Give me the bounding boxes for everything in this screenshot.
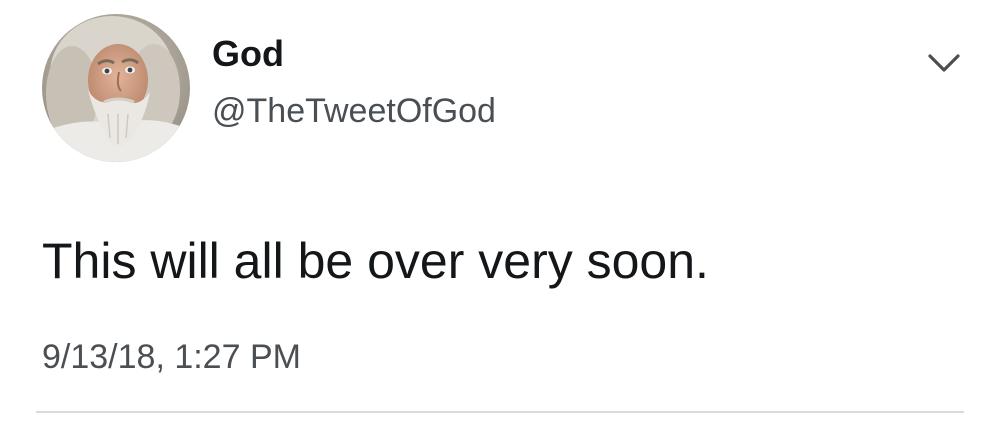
chevron-down-icon[interactable]	[926, 52, 962, 74]
user-handle[interactable]: @TheTweetOfGod	[212, 94, 496, 128]
bearded-man-avatar-image	[42, 14, 190, 162]
tweet-card: God @TheTweetOfGod This will all be over…	[0, 0, 1000, 422]
display-name[interactable]: God	[212, 36, 284, 72]
avatar[interactable]	[42, 14, 190, 162]
tweet-text: This will all be over very soon.	[42, 233, 709, 289]
divider	[36, 411, 964, 413]
timestamp[interactable]: 9/13/18, 1:27 PM	[42, 340, 301, 374]
